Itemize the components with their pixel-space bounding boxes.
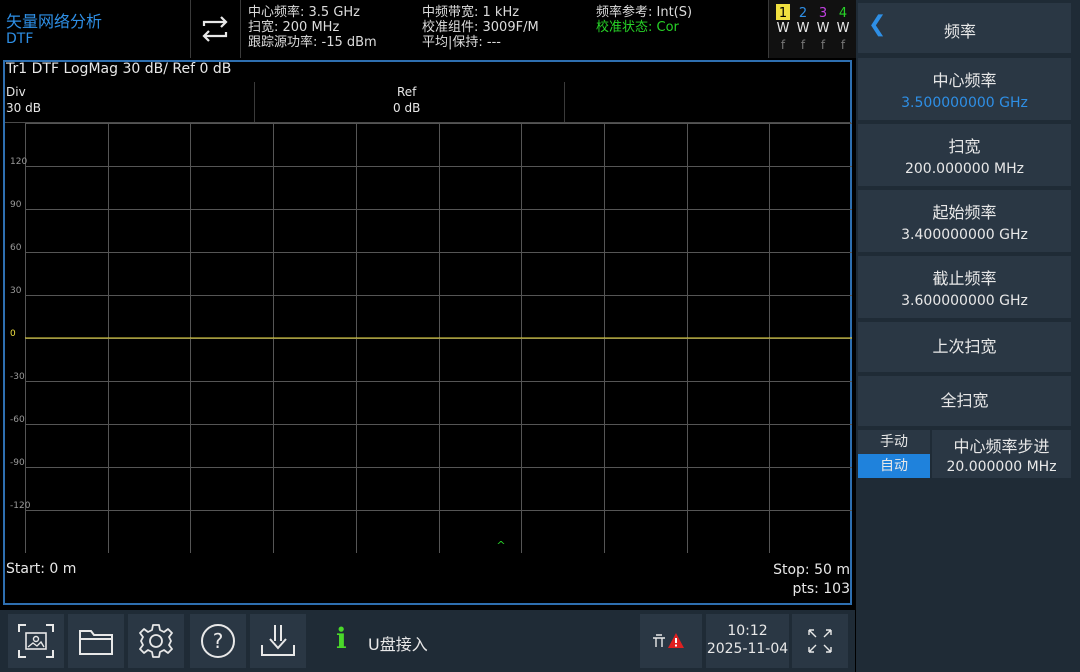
screenshot-button[interactable] bbox=[8, 614, 64, 668]
step-label: 中心频率步进 bbox=[953, 437, 1050, 456]
y-tick-label: -120 bbox=[10, 501, 31, 511]
points-count: pts: 103 bbox=[792, 581, 850, 597]
span-label: 扫宽 bbox=[948, 137, 981, 156]
y-tick-label: -90 bbox=[10, 458, 25, 468]
folder-icon bbox=[79, 630, 113, 655]
trace-4-number[interactable]: 4 bbox=[836, 6, 850, 21]
trace-2-w: W bbox=[796, 21, 810, 36]
mode-subtitle: DTF bbox=[6, 31, 34, 47]
marker-indicator: ^ bbox=[496, 539, 505, 552]
screenshot-icon bbox=[18, 624, 54, 658]
warning-icon bbox=[668, 633, 684, 648]
if-bandwidth-info: 中频带宽: 1 kHz bbox=[422, 5, 520, 20]
center-frequency-value: 3.500000000 GHz bbox=[901, 95, 1028, 111]
expand-icon bbox=[808, 629, 832, 653]
y-tick-label: 120 bbox=[10, 157, 28, 167]
last-span-label: 上次扫宽 bbox=[932, 337, 997, 356]
trace-3-number[interactable]: 3 bbox=[816, 6, 830, 21]
download-icon bbox=[261, 625, 295, 656]
header-separator-1 bbox=[254, 82, 255, 122]
stop-frequency-label: 截止频率 bbox=[932, 269, 997, 288]
center-frequency-label: 中心频率 bbox=[932, 71, 997, 90]
stop-distance: Stop: 50 m bbox=[773, 562, 850, 578]
full-span-label: 全扫宽 bbox=[940, 391, 989, 410]
trace-1-number: 1 bbox=[778, 6, 788, 21]
back-chevron-icon[interactable]: ❮ bbox=[868, 12, 886, 37]
dtf-chart[interactable]: ^ bbox=[25, 123, 852, 553]
y-tick-label: -60 bbox=[10, 415, 25, 425]
remote-icon bbox=[653, 634, 665, 647]
clock: 10:12 2025-11-04 bbox=[706, 614, 789, 668]
status-message: U盘接入 bbox=[368, 635, 428, 654]
gear-icon bbox=[139, 624, 173, 658]
div-label: Div bbox=[6, 85, 26, 99]
status-column-2: 中频带宽: 1 kHz 校准组件: 3009F/M 平均|保持: --- bbox=[422, 5, 539, 50]
header-separator-2 bbox=[564, 82, 565, 122]
alert-status[interactable] bbox=[640, 614, 702, 668]
center-freq-info: 中心频率: 3.5 GHz bbox=[248, 5, 360, 20]
y-tick-label: -30 bbox=[10, 372, 25, 382]
cal-status-info: 校准状态: Cor bbox=[596, 20, 679, 35]
source-power-info: 跟踪源功率: -15 dBm bbox=[248, 35, 377, 50]
help-button[interactable]: ? bbox=[190, 614, 246, 668]
mode-title: 矢量网络分析 bbox=[6, 12, 103, 31]
step-value: 20.000000 MHz bbox=[946, 459, 1057, 475]
status-column-3: 频率参考: Int(S) 校准状态: Cor bbox=[596, 5, 692, 35]
y-tick-label: 90 bbox=[10, 200, 22, 210]
save-button[interactable] bbox=[250, 614, 306, 668]
trace-1-f: f bbox=[780, 38, 786, 52]
y-tick-label: 30 bbox=[10, 286, 22, 296]
help-icon: ? bbox=[201, 624, 235, 658]
trace-3-f: f bbox=[820, 38, 826, 52]
ref-label: Ref bbox=[396, 85, 417, 99]
swap-mode-button[interactable] bbox=[190, 0, 241, 58]
freq-ref-info: 频率参考: Int(S) bbox=[596, 5, 693, 20]
trace-selector[interactable]: 1 2 3 4 W W W W f f f f bbox=[768, 0, 856, 58]
step-auto-option[interactable]: 自动 bbox=[858, 454, 930, 478]
trace-1-w: W bbox=[776, 21, 790, 36]
div-value: 30 dB bbox=[6, 101, 41, 115]
start-frequency-button[interactable]: 起始频率 3.400000000 GHz bbox=[858, 190, 1071, 252]
clock-date: 2025-11-04 bbox=[706, 641, 789, 657]
trace-4-w: W bbox=[836, 21, 850, 36]
last-span-button[interactable]: 上次扫宽 bbox=[858, 322, 1071, 372]
clock-time: 10:12 bbox=[727, 623, 768, 639]
ref-value: 0 dB bbox=[393, 101, 421, 115]
info-icon: i bbox=[336, 622, 347, 655]
trace-2-f: f bbox=[800, 38, 806, 52]
center-frequency-button[interactable]: 中心频率 3.500000000 GHz bbox=[858, 58, 1071, 120]
trace-4-f: f bbox=[840, 38, 846, 52]
trace-2-number[interactable]: 2 bbox=[796, 6, 810, 21]
span-info: 扫宽: 200 MHz bbox=[248, 20, 340, 35]
stop-info: Stop: 50 m pts: 103 bbox=[773, 561, 850, 599]
fullscreen-button[interactable] bbox=[792, 614, 848, 668]
trace-header: Tr1 DTF LogMag 30 dB/ Ref 0 dB bbox=[6, 61, 232, 77]
start-distance: Start: 0 m bbox=[6, 561, 77, 577]
start-frequency-label: 起始频率 bbox=[932, 203, 997, 222]
file-manager-button[interactable] bbox=[68, 614, 124, 668]
trace-3-w: W bbox=[816, 21, 830, 36]
scale-div: Div 30 dB bbox=[6, 84, 41, 116]
cal-kit-info: 校准组件: 3009F/M bbox=[422, 20, 539, 35]
y-tick-label: 60 bbox=[10, 243, 22, 253]
span-button[interactable]: 扫宽 200.000000 MHz bbox=[858, 124, 1071, 186]
step-mode-toggle[interactable]: 手动 自动 bbox=[858, 430, 930, 478]
panel-title: 频率 bbox=[943, 22, 976, 41]
start-frequency-value: 3.400000000 GHz bbox=[901, 227, 1028, 243]
swap-icon bbox=[202, 16, 228, 42]
y-tick-label: 0 bbox=[10, 329, 16, 339]
settings-button[interactable] bbox=[128, 614, 184, 668]
stop-frequency-value: 3.600000000 GHz bbox=[901, 293, 1028, 309]
full-span-button[interactable]: 全扫宽 bbox=[858, 376, 1071, 426]
step-manual-option[interactable]: 手动 bbox=[858, 430, 930, 454]
average-hold-info: 平均|保持: --- bbox=[422, 35, 501, 50]
svg-text:?: ? bbox=[213, 629, 224, 653]
stop-frequency-button[interactable]: 截止频率 3.600000000 GHz bbox=[858, 256, 1071, 318]
center-freq-step-button[interactable]: 中心频率步进 20.000000 MHz bbox=[932, 430, 1071, 478]
ref-level: Ref 0 dB bbox=[393, 84, 420, 116]
span-value: 200.000000 MHz bbox=[904, 161, 1025, 177]
status-column-1: 中心频率: 3.5 GHz 扫宽: 200 MHz 跟踪源功率: -15 dBm bbox=[248, 5, 377, 50]
